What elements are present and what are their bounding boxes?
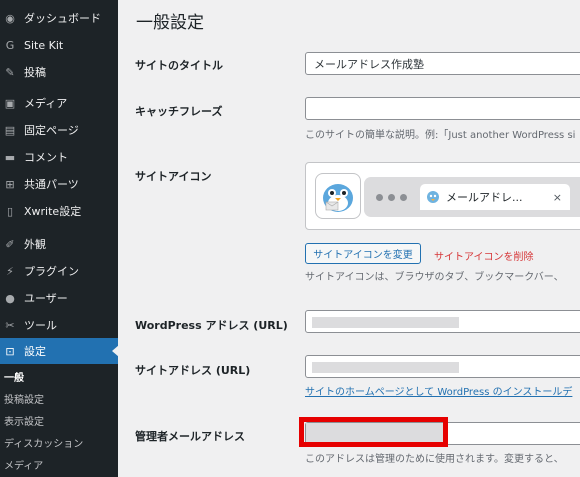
dashboard-icon: ◉ bbox=[5, 11, 15, 25]
site-title-input[interactable]: メールアドレス作成塾 bbox=[305, 52, 580, 75]
redacted-url bbox=[312, 362, 459, 373]
sidebar-item-label: 外観 bbox=[24, 238, 46, 251]
tagline-description: このサイトの簡単な説明。例:「Just another WordPress si bbox=[305, 130, 576, 141]
admin-email-label: 管理者メールアドレス bbox=[135, 430, 245, 443]
sidebar-item-7[interactable]: ▯ Xwrite設定 bbox=[0, 198, 118, 224]
tab-title: メールアドレ... bbox=[446, 191, 523, 204]
sidebar-item-label: Xwrite設定 bbox=[24, 205, 82, 218]
book-icon: ▯ bbox=[6, 204, 14, 218]
pushpin-icon: ✎ bbox=[5, 65, 15, 79]
sidebar-item-9[interactable]: ⚡ プラグイン bbox=[0, 258, 118, 284]
admin-sidebar: ◉ ダッシュボード G Site Kit ✎ 投稿 ▣ メディア ▤ 固定ページ ▬ コメント ⊞ 共通パ… bbox=[0, 0, 119, 477]
sitekit-g-icon: G bbox=[5, 38, 15, 52]
site-icon-label: サイトアイコン bbox=[135, 170, 212, 183]
browser-tab-preview: メールアドレ... × bbox=[420, 184, 570, 210]
sidebar-item-1[interactable]: G Site Kit bbox=[0, 32, 118, 58]
browser-preview-bar: メールアドレ... × bbox=[364, 177, 580, 217]
sidebar-item-2[interactable]: ✎ 投稿 bbox=[0, 59, 118, 85]
sidebar-item-4[interactable]: ▤ 固定ページ bbox=[0, 117, 118, 143]
settings-icon: ⊡ bbox=[5, 344, 15, 358]
sidebar-item-label: 設定 bbox=[24, 345, 46, 358]
site-address-input[interactable] bbox=[305, 355, 580, 378]
window-dot-icon bbox=[400, 194, 407, 201]
grid-icon: ⊞ bbox=[5, 177, 15, 191]
sidebar-item-10[interactable]: ● ユーザー bbox=[0, 285, 118, 311]
sidebar-item-label: プラグイン bbox=[24, 265, 79, 278]
sidebar-item-label: ツール bbox=[24, 319, 57, 332]
admin-email-description: このアドレスは管理のために使用されます。変更すると、 bbox=[305, 454, 564, 465]
tagline-label: キャッチフレーズ bbox=[135, 105, 223, 118]
site-icon-description: サイトアイコンは、ブラウザのタブ、ブックマークバー、 bbox=[305, 272, 564, 283]
tagline-input[interactable] bbox=[305, 97, 580, 120]
site-address-help-link[interactable]: サイトのホームページとして WordPress のインストールデ bbox=[305, 383, 572, 398]
sidebar-item-11[interactable]: ✂ ツール bbox=[0, 312, 118, 338]
main-content: 一般設定 サイトのタイトル メールアドレス作成塾 キャッチフレーズ このサイトの… bbox=[118, 0, 580, 477]
comment-icon: ▬ bbox=[4, 150, 16, 164]
sidebar-item-0[interactable]: ◉ ダッシュボード bbox=[0, 5, 118, 31]
site-icon-image-frame bbox=[315, 173, 361, 219]
sidebar-item-label: ユーザー bbox=[24, 292, 68, 305]
site-icon-preview: メールアドレ... × bbox=[305, 162, 580, 230]
bird-mascot-icon bbox=[323, 184, 353, 212]
site-address-label: サイトアドレス (URL) bbox=[135, 364, 251, 377]
highlight-annotation-box bbox=[299, 417, 448, 447]
delete-site-icon-link[interactable]: サイトアイコンを削除 bbox=[434, 248, 534, 263]
paintbrush-icon: ✐ bbox=[5, 237, 15, 251]
sidebar-item-label: コメント bbox=[24, 151, 68, 164]
window-dot-icon bbox=[388, 194, 395, 201]
submenu-item-0[interactable]: 一般 bbox=[0, 366, 118, 386]
sidebar-item-label: 共通パーツ bbox=[24, 178, 79, 191]
wrench-icon: ✂ bbox=[5, 318, 15, 332]
media-icon: ▣ bbox=[4, 96, 16, 110]
sidebar-item-label: Site Kit bbox=[24, 38, 64, 52]
wordpress-address-input[interactable] bbox=[305, 310, 580, 333]
site-title-label: サイトのタイトル bbox=[135, 59, 223, 72]
redacted-url bbox=[312, 317, 459, 328]
submenu-item-3[interactable]: ディスカッション bbox=[0, 432, 118, 452]
wordpress-address-label: WordPress アドレス (URL) bbox=[135, 319, 288, 332]
bird-favicon-icon bbox=[427, 191, 439, 203]
page-icon: ▤ bbox=[4, 123, 16, 137]
page-title: 一般設定 bbox=[136, 13, 204, 33]
change-site-icon-button[interactable]: サイトアイコンを変更 bbox=[305, 243, 421, 264]
window-dot-icon bbox=[376, 194, 383, 201]
tab-close-icon: × bbox=[552, 190, 562, 204]
sidebar-item-5[interactable]: ▬ コメント bbox=[0, 144, 118, 170]
sidebar-item-12[interactable]: ⊡ 設定 bbox=[0, 338, 119, 364]
user-icon: ● bbox=[5, 291, 15, 305]
sidebar-item-label: 投稿 bbox=[24, 66, 46, 79]
submenu-item-1[interactable]: 投稿設定 bbox=[0, 388, 118, 408]
sidebar-item-8[interactable]: ✐ 外観 bbox=[0, 231, 118, 257]
sidebar-item-label: 固定ページ bbox=[24, 124, 79, 137]
sidebar-item-6[interactable]: ⊞ 共通パーツ bbox=[0, 171, 118, 197]
sidebar-item-3[interactable]: ▣ メディア bbox=[0, 90, 118, 116]
sidebar-item-label: メディア bbox=[24, 97, 68, 110]
submenu-item-2[interactable]: 表示設定 bbox=[0, 410, 118, 430]
submenu-item-4[interactable]: メディア bbox=[0, 454, 118, 474]
sidebar-item-label: ダッシュボード bbox=[24, 12, 101, 25]
plug-icon: ⚡ bbox=[6, 264, 14, 278]
